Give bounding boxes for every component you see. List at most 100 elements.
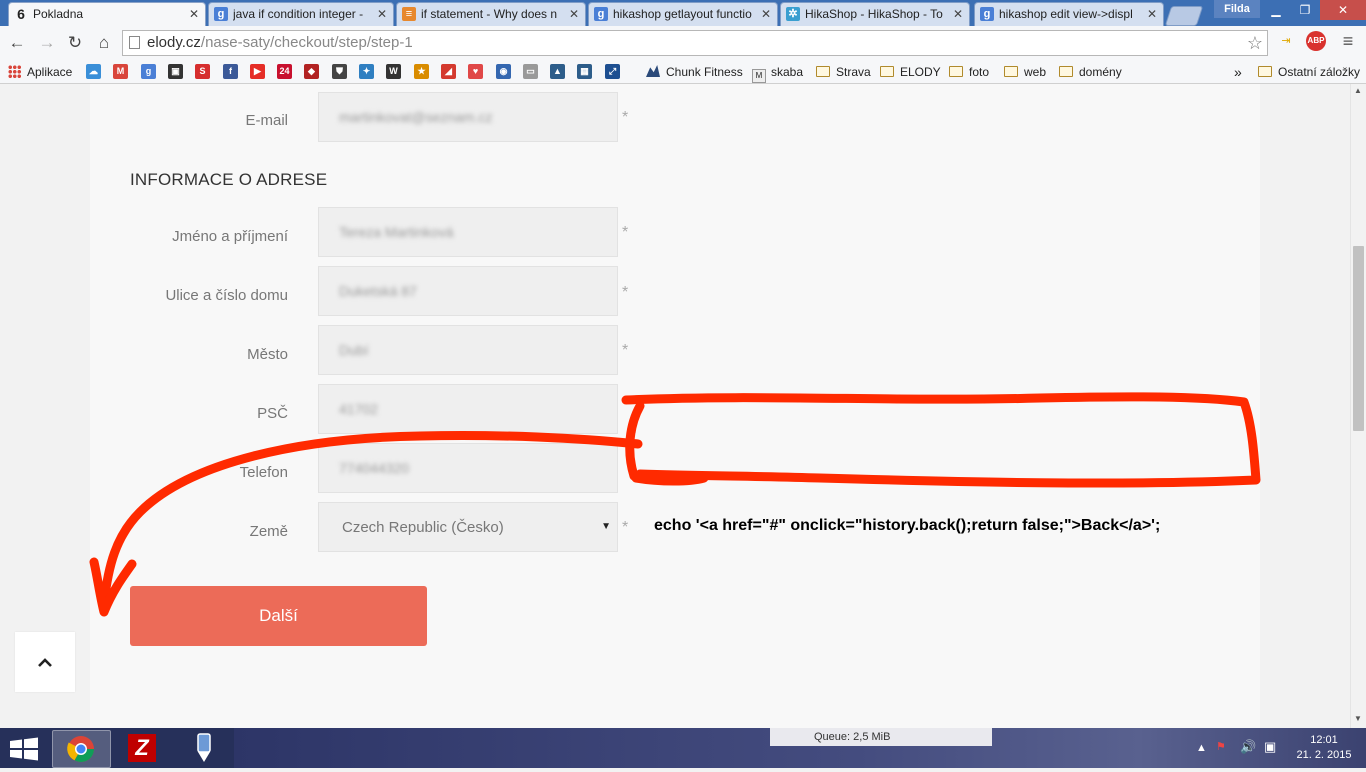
required-mark: * (622, 109, 629, 126)
forward-arrow-icon[interactable]: → (36, 32, 58, 54)
city-label: Město (247, 346, 288, 363)
reload-icon[interactable]: ↻ (64, 32, 86, 54)
taskbar-filezilla[interactable]: Z (114, 730, 171, 766)
page-bookmark-icon[interactable]: ▭ (523, 64, 538, 79)
tab-label: if statement - Why does n (421, 7, 558, 21)
chart-bookmark-icon[interactable]: ⤢ (605, 64, 620, 79)
volume-icon[interactable]: 🔊 (1240, 739, 1256, 755)
tray-expand-icon[interactable]: ▲ (1196, 742, 1207, 754)
close-icon[interactable]: ✕ (189, 7, 199, 21)
gmail-bookmark-icon[interactable]: M (113, 64, 128, 79)
bookmark-folder-domeny[interactable]: domény (1059, 63, 1122, 81)
tab-pokladna[interactable]: 6 Pokladna ✕ (8, 2, 206, 26)
shield-bookmark-icon[interactable]: ⛊ (332, 64, 347, 79)
scroll-to-top-button[interactable] (15, 632, 75, 692)
minimize-icon[interactable]: ▁ (1262, 0, 1290, 20)
restore-icon[interactable]: ❐ (1290, 0, 1320, 20)
circle-bookmark-icon[interactable]: ◉ (496, 64, 511, 79)
bank-bookmark-icon[interactable]: ◆ (304, 64, 319, 79)
browser-titlebar: 6 Pokladna ✕ g java if condition integer… (0, 0, 1366, 26)
scroll-up-arrow-icon[interactable]: ▲ (1354, 86, 1362, 95)
close-icon[interactable]: ✕ (1147, 7, 1157, 21)
bookmarks-more-button[interactable]: » (1234, 63, 1242, 81)
taskbar-chrome[interactable] (52, 730, 111, 768)
email-value: martinkovat@seznam.cz (339, 109, 493, 125)
name-field[interactable]: Tereza Martinková (318, 207, 618, 257)
weather-bookmark-icon[interactable]: ☁ (86, 64, 101, 79)
network-warning-icon[interactable]: ⚑ (1216, 740, 1226, 753)
red-app-bookmark-icon[interactable]: ◢ (441, 64, 456, 79)
skaba-icon: M (752, 69, 766, 83)
bookmark-star-icon[interactable]: ☆ (1247, 31, 1263, 55)
window-close-icon[interactable]: ✕ (1320, 0, 1366, 20)
tab-java-if-condition[interactable]: g java if condition integer - ✕ (208, 2, 394, 26)
browser-toolbar: ← → ↻ ⌂ elody.cz/nase-saty/checkout/step… (0, 26, 1366, 60)
tab-if-statement[interactable]: ≡ if statement - Why does n ✕ (396, 2, 586, 26)
close-icon[interactable]: ✕ (761, 7, 771, 21)
bookmark-folder-elody[interactable]: ELODY (880, 63, 941, 81)
next-button[interactable]: Další (130, 586, 427, 646)
grid-bookmark-icon[interactable]: ▦ (577, 64, 592, 79)
bookmark-folder-web[interactable]: web (1004, 63, 1046, 81)
google-favicon-icon: g (214, 7, 228, 21)
bookmark-label: Ostatní záložky (1278, 65, 1361, 79)
bookmark-chunk-fitness[interactable]: Chunk Fitness (646, 63, 743, 81)
required-mark: * (622, 342, 629, 359)
required-mark: * (622, 224, 629, 241)
scroll-down-arrow-icon[interactable]: ▼ (1354, 714, 1362, 723)
folder-icon (949, 66, 963, 77)
youtube-bookmark-icon[interactable]: ▶ (250, 64, 265, 79)
taskbar-app-pen[interactable] (176, 730, 233, 766)
street-value: Duketská 87 (339, 283, 417, 299)
dropdown-arrow-icon: ▼ (601, 521, 611, 532)
menu-icon[interactable]: ≡ (1338, 31, 1358, 51)
zip-field[interactable]: 41702 (318, 384, 618, 434)
email-field[interactable]: martinkovat@seznam.cz (318, 92, 618, 142)
page-scrollbar[interactable]: ▲ ▼ (1350, 84, 1366, 728)
news24-bookmark-icon[interactable]: 24 (277, 64, 292, 79)
taskbar-clock[interactable]: 12:01 21. 2. 2015 (1296, 733, 1352, 763)
close-icon[interactable]: ✕ (377, 7, 387, 21)
street-field[interactable]: Duketská 87 (318, 266, 618, 316)
back-arrow-icon[interactable]: ← (6, 32, 28, 54)
tab-label: Pokladna (33, 7, 84, 21)
tab-hikashop-edit-view[interactable]: g hikashop edit view->displ ✕ (974, 2, 1164, 26)
tab-hikashop-getlayout[interactable]: g hikashop getlayout functio ✕ (588, 2, 778, 26)
new-tab-button[interactable] (1164, 6, 1204, 26)
city-field[interactable]: Dubí (318, 325, 618, 375)
close-icon[interactable]: ✕ (953, 7, 963, 21)
game-bookmark-icon[interactable]: ★ (414, 64, 429, 79)
zip-label: PSČ (257, 405, 288, 422)
phone-field[interactable]: 774044320 (318, 443, 618, 493)
windows-start-icon[interactable] (8, 737, 40, 761)
country-select[interactable]: Czech Republic (Česko) ▼ (318, 502, 618, 552)
bookmark-label: domény (1079, 65, 1122, 79)
close-icon[interactable]: ✕ (569, 7, 579, 21)
bookmark-folder-other[interactable]: Ostatní záložky (1258, 63, 1360, 81)
google-bookmark-icon[interactable]: g (141, 64, 156, 79)
bookmark-skaba[interactable]: Mskaba (752, 63, 803, 83)
bookmark-label: web (1024, 65, 1047, 79)
shopping-bookmark-icon[interactable]: ▣ (168, 64, 183, 79)
hikashop-favicon-icon: ✲ (786, 7, 800, 21)
address-bar[interactable]: elody.cz/nase-saty/checkout/step/step-1 … (122, 30, 1268, 56)
scrollbar-thumb[interactable] (1353, 246, 1364, 431)
triangle-bookmark-icon[interactable]: ▲ (550, 64, 565, 79)
adblock-plus-icon[interactable]: ABP (1306, 31, 1326, 51)
zip-value: 41702 (339, 401, 378, 417)
bookmark-folder-foto[interactable]: foto (949, 63, 989, 81)
wikipedia-bookmark-icon[interactable]: W (386, 64, 401, 79)
arrow-device-icon[interactable]: ⇥ (1276, 31, 1296, 51)
heart-bookmark-icon[interactable]: ♥ (468, 64, 483, 79)
facebook-bookmark-icon[interactable]: f (223, 64, 238, 79)
apps-bookmark[interactable]: Aplikace (8, 63, 72, 81)
seznam-bookmark-icon[interactable]: S (195, 64, 210, 79)
bookmark-folder-strava[interactable]: Strava (816, 63, 871, 81)
apps-label: Aplikace (27, 65, 73, 79)
tab-hikashop[interactable]: ✲ HikaShop - HikaShop - To ✕ (780, 2, 970, 26)
user-profile-button[interactable]: Filda (1214, 0, 1260, 18)
blue-app-bookmark-icon[interactable]: ✦ (359, 64, 374, 79)
page-icon (129, 36, 140, 49)
home-icon[interactable]: ⌂ (93, 32, 115, 54)
network-icon[interactable]: ▣ (1264, 739, 1276, 755)
